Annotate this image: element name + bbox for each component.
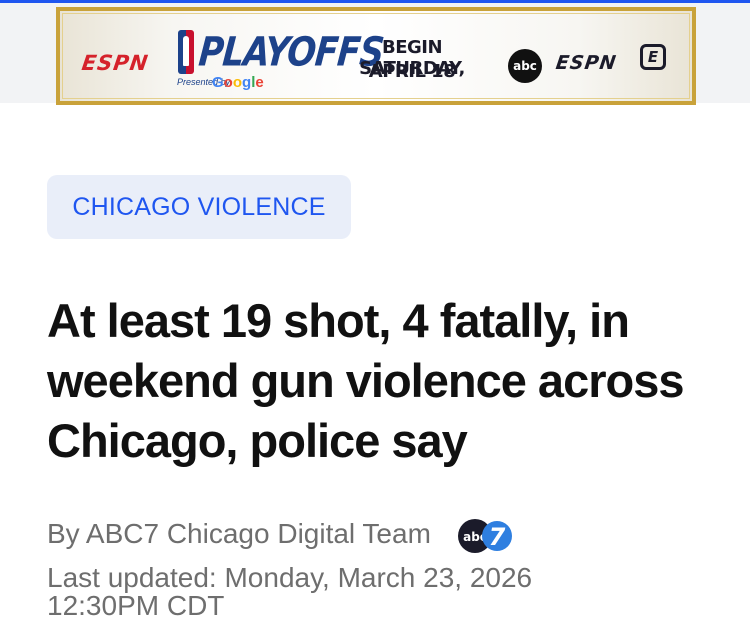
nba-logo-figure xyxy=(183,36,189,66)
last-updated-timestamp: Last updated: Monday, March 23, 2026 12:… xyxy=(47,564,647,620)
abc7-logo-icon: abc 7 xyxy=(458,519,512,553)
last-updated-line-2: 12:30PM CDT xyxy=(47,590,225,621)
espn-logo-secondary: ESPN xyxy=(554,52,619,74)
espn-plus-logo: E xyxy=(640,44,666,70)
category-tag-link[interactable]: CHICAGO VIOLENCE xyxy=(47,175,351,239)
ad-area: ESPN PLAYOFFS Presented by Google BEGIN … xyxy=(0,3,750,105)
nba-logo-icon xyxy=(178,30,194,74)
article-page: ESPN PLAYOFFS Presented by Google BEGIN … xyxy=(0,0,750,633)
nba-playoffs-ad-banner[interactable]: ESPN PLAYOFFS Presented by Google BEGIN … xyxy=(56,7,696,105)
abc7-logo-number: 7 xyxy=(489,523,506,551)
last-updated-line-1: Last updated: Monday, March 23, 2026 xyxy=(47,562,533,593)
espn-logo: ESPN xyxy=(80,51,151,75)
ad-date-line-2: APRIL 18 xyxy=(368,61,456,82)
article-headline: At least 19 shot, 4 fatally, in weekend … xyxy=(47,294,685,467)
abc-logo: abc xyxy=(508,49,542,83)
article-byline[interactable]: By ABC7 Chicago Digital Team xyxy=(47,516,431,552)
google-logo: Google xyxy=(212,74,264,91)
